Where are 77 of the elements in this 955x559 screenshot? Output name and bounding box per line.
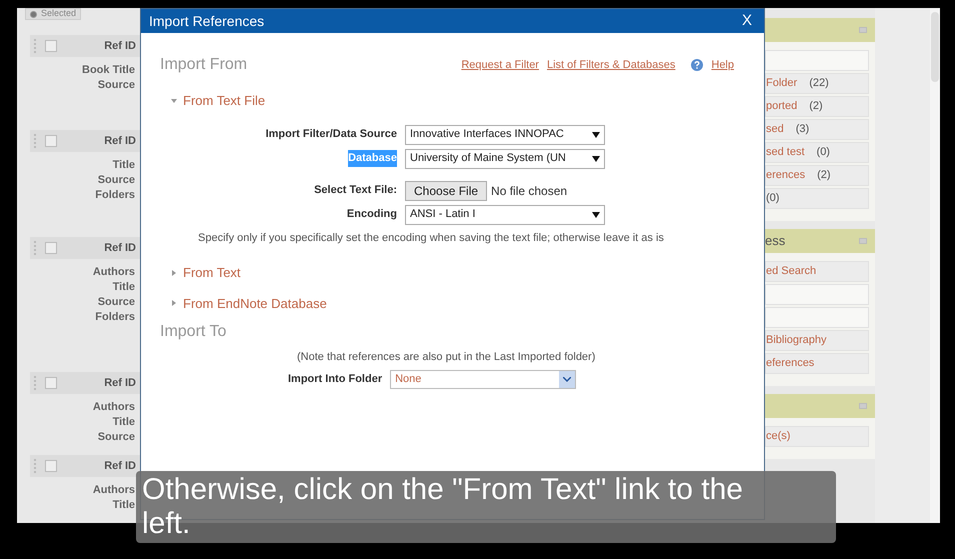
field-label: Title	[112, 416, 135, 429]
drag-handle-icon	[34, 134, 37, 148]
ref-id-label: Ref ID	[104, 38, 136, 54]
form-label: Import Into Folder	[288, 372, 382, 387]
folder-item[interactable]: Bibliography	[765, 330, 869, 351]
drag-handle-icon	[34, 459, 37, 473]
form-label: Import Filter/Data Source	[266, 127, 397, 142]
section-link[interactable]: From Text	[183, 263, 241, 282]
blank-item[interactable]	[765, 307, 869, 328]
collapse-icon[interactable]	[859, 27, 867, 33]
drag-handle-icon	[34, 241, 37, 255]
close-button[interactable]: X	[738, 10, 756, 32]
record-checkbox[interactable]	[45, 40, 57, 52]
header-link[interactable]: Request a Filter	[461, 56, 539, 74]
folder-item[interactable]: ed Search	[765, 261, 869, 282]
header-link[interactable]: List of Filters & Databases	[546, 56, 676, 74]
folder-item[interactable]: erences (2)	[765, 165, 869, 186]
drag-handle-icon	[34, 39, 37, 53]
scrollbar-thumb[interactable]	[931, 12, 939, 82]
folder-item[interactable]: ported (2)	[765, 96, 869, 117]
field-label: Folders	[95, 189, 135, 202]
field-label: Source	[98, 431, 135, 444]
collapse-icon[interactable]	[859, 238, 867, 244]
blank-item[interactable]	[765, 50, 869, 71]
field-label: Authors	[92, 266, 135, 279]
section-link[interactable]: From Text File	[183, 91, 266, 110]
encoding-hint: Specify only if you specifically set the encoding when saving the text file; otherwise leave it as is	[197, 230, 665, 246]
field-label: Title	[112, 281, 135, 294]
ref-id-label: Ref ID	[104, 134, 136, 149]
field-label: Source	[98, 296, 135, 309]
field-label: Title	[112, 159, 135, 172]
record-checkbox[interactable]	[45, 135, 57, 147]
record-checkbox[interactable]	[45, 242, 57, 254]
field-label: Source	[98, 174, 135, 187]
ref-id-label: Ref ID	[104, 240, 136, 256]
field-label: Source	[98, 79, 135, 92]
dropdown-field[interactable]: ANSI - Latin I	[405, 204, 605, 224]
drag-handle-icon	[34, 376, 37, 390]
dropdown-arrow-icon	[592, 132, 600, 138]
section-heading: Import From	[160, 55, 248, 75]
form-label: Select Text File:	[314, 183, 397, 198]
field-label: Book Title	[82, 64, 135, 77]
folder-item[interactable]: ce(s)	[765, 426, 869, 447]
help-icon[interactable]	[691, 59, 704, 71]
choose-file-button[interactable]: Choose File	[405, 180, 488, 200]
field-label: Authors	[92, 484, 135, 497]
form-label: Database	[348, 150, 397, 167]
selected-radio-option[interactable]: Selected	[25, 8, 82, 20]
folder-item[interactable]: sed (3)	[765, 119, 869, 140]
folder-item[interactable]: (0)	[765, 188, 869, 209]
dialog-title: Import References	[149, 12, 264, 31]
dropdown-arrow-icon	[592, 212, 600, 218]
dropdown-field[interactable]: Innovative Interfaces INNOPAC	[405, 124, 605, 144]
field-label: Folders	[95, 311, 135, 324]
ref-id-label: Ref ID	[104, 376, 136, 391]
help-link[interactable]: Help	[711, 56, 734, 74]
field-label: Title	[112, 499, 135, 512]
field-label: Authors	[92, 401, 135, 414]
folder-item[interactable]: Folder (22)	[765, 73, 869, 94]
dropdown-field[interactable]: University of Maine System (UN	[405, 148, 605, 168]
ref-id-label: Ref ID	[104, 458, 136, 474]
folder-dropdown[interactable]: None	[390, 370, 576, 388]
video-caption: Otherwise, click on the "From Text" link to the left.	[136, 471, 836, 543]
folder-item[interactable]: sed test (0)	[765, 142, 869, 163]
blank-item[interactable]	[765, 284, 869, 305]
record-checkbox[interactable]	[45, 460, 57, 472]
panel-header: ess	[765, 229, 875, 253]
collapse-icon[interactable]	[859, 403, 867, 409]
record-checkbox[interactable]	[45, 377, 57, 389]
form-label: Encoding	[346, 207, 397, 222]
folder-item[interactable]: eferences	[765, 353, 869, 374]
section-heading: Import To	[159, 322, 228, 342]
dropdown-arrow-icon	[592, 156, 600, 162]
radio-icon	[30, 10, 37, 18]
file-status: No file chosen	[491, 182, 568, 200]
import-note: (Note that references are also put in the Last Imported folder)	[296, 350, 596, 365]
section-link[interactable]: From EndNote Database	[183, 294, 327, 313]
